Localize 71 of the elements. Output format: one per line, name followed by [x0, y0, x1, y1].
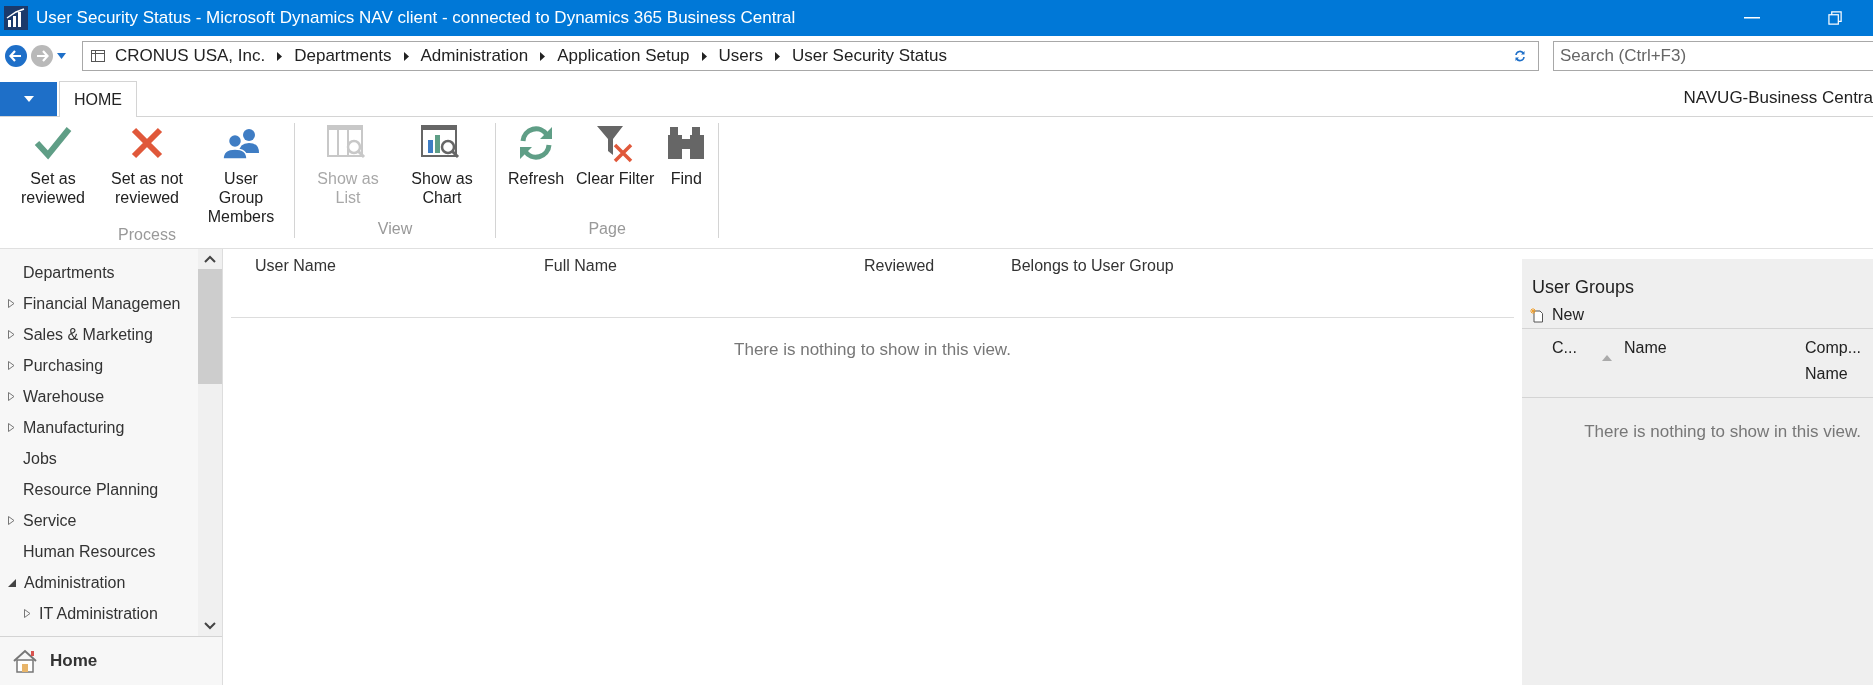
home-link[interactable]: Home: [50, 651, 98, 671]
breadcrumb-link[interactable]: Administration: [420, 46, 529, 66]
column-header[interactable]: Reviewed: [864, 253, 1011, 317]
sort-ascending-icon: [1602, 355, 1612, 361]
chevron-right-icon: [701, 51, 707, 61]
address-bar[interactable]: CRONUS USA, Inc. Departments Administration Application Setup Users User Security Status: [82, 41, 1539, 71]
breadcrumb-link[interactable]: Application Setup: [557, 46, 690, 66]
scrollbar[interactable]: [198, 249, 222, 636]
sidebar-item[interactable]: Purchasing: [23, 356, 104, 375]
new-action[interactable]: New: [1552, 306, 1584, 324]
ribbon-button[interactable]: Set as not reviewed: [102, 123, 192, 226]
sidebar-item[interactable]: Jobs: [23, 449, 57, 468]
ribbon-button[interactable]: Set as reviewed: [8, 123, 98, 226]
back-icon[interactable]: [5, 45, 27, 67]
ribbon-button[interactable]: Find: [662, 123, 711, 188]
caret-icon[interactable]: [57, 53, 66, 59]
chevron-right-icon: [277, 51, 283, 61]
sidebar-item[interactable]: Manufacturing: [23, 418, 125, 437]
new-document-icon[interactable]: [1530, 307, 1544, 323]
scroll-down-icon[interactable]: [204, 622, 216, 630]
collapsed-arrow-icon[interactable]: [8, 330, 15, 339]
house-icon[interactable]: [12, 649, 38, 673]
restore-icon[interactable]: [1828, 10, 1843, 26]
collapsed-arrow-icon[interactable]: [8, 516, 15, 525]
column-header[interactable]: User Name: [255, 253, 544, 317]
sidebar-item[interactable]: Human Resources: [23, 542, 156, 561]
table-icon: [91, 50, 105, 62]
chevron-right-icon: [775, 51, 780, 61]
collapsed-arrow-icon[interactable]: [8, 392, 15, 401]
sidebar-item[interactable]: Departments: [23, 263, 115, 282]
ribbon-button[interactable]: Show as Chart: [397, 123, 487, 207]
ribbon-tab[interactable]: HOME: [59, 81, 137, 117]
sidebar-item[interactable]: Resource Planning: [23, 480, 159, 499]
sidebar-item[interactable]: Sales & Marketing: [23, 325, 153, 344]
breadcrumb-link[interactable]: Users: [718, 46, 763, 66]
ribbon-button[interactable]: Clear Filter: [572, 123, 659, 188]
company-name: NAVUG-Business Centra: [1683, 88, 1873, 109]
chevron-right-icon: [540, 51, 546, 61]
expanded-arrow-icon[interactable]: [8, 578, 16, 587]
group-label: Process: [118, 226, 176, 244]
empty-message: There is nothing to show in this view.: [733, 340, 1012, 360]
group-label: Page: [588, 220, 626, 238]
column-header[interactable]: Full Name: [544, 253, 864, 317]
breadcrumb-link[interactable]: User Security Status: [792, 46, 947, 66]
caret-icon: [23, 96, 34, 102]
collapsed-arrow-icon[interactable]: [8, 423, 15, 432]
column-header[interactable]: Belongs to User Group: [1011, 253, 1514, 317]
panel-title: User Groups: [1531, 276, 1636, 298]
chevron-right-icon: [403, 51, 409, 61]
sidebar-item[interactable]: Administration: [24, 573, 126, 592]
collapsed-arrow-icon[interactable]: [24, 609, 31, 618]
collapsed-arrow-icon[interactable]: [8, 299, 15, 308]
bar-chart-icon: [4, 6, 28, 30]
search-field[interactable]: Search (Ctrl+F3): [1553, 41, 1873, 71]
sidebar-item[interactable]: Service: [23, 511, 77, 530]
column-header[interactable]: Comp... Name: [1805, 335, 1859, 397]
refresh-icon[interactable]: [1514, 50, 1526, 62]
sidebar-item[interactable]: Warehouse: [23, 387, 105, 406]
empty-message: There is nothing to show in this view.: [1583, 421, 1862, 442]
scroll-up-icon[interactable]: [204, 255, 216, 263]
sidebar-item[interactable]: Financial Managemen: [23, 294, 181, 313]
ribbon-button[interactable]: User Group Members: [196, 123, 286, 226]
window-title: User Security Status - Microsoft Dynamics NAV client - connected to Dynamics 365 Business Central: [36, 8, 796, 28]
breadcrumb-link[interactable]: CRONUS USA, Inc.: [115, 46, 266, 66]
column-header[interactable]: C...: [1552, 339, 1592, 397]
collapsed-arrow-icon[interactable]: [8, 361, 15, 370]
breadcrumb-link[interactable]: Departments: [294, 46, 392, 66]
ribbon-button[interactable]: Refresh: [504, 123, 569, 188]
column-header[interactable]: Name: [1624, 339, 1805, 397]
group-label: View: [377, 220, 413, 238]
sidebar-item[interactable]: IT Administration: [39, 604, 158, 623]
